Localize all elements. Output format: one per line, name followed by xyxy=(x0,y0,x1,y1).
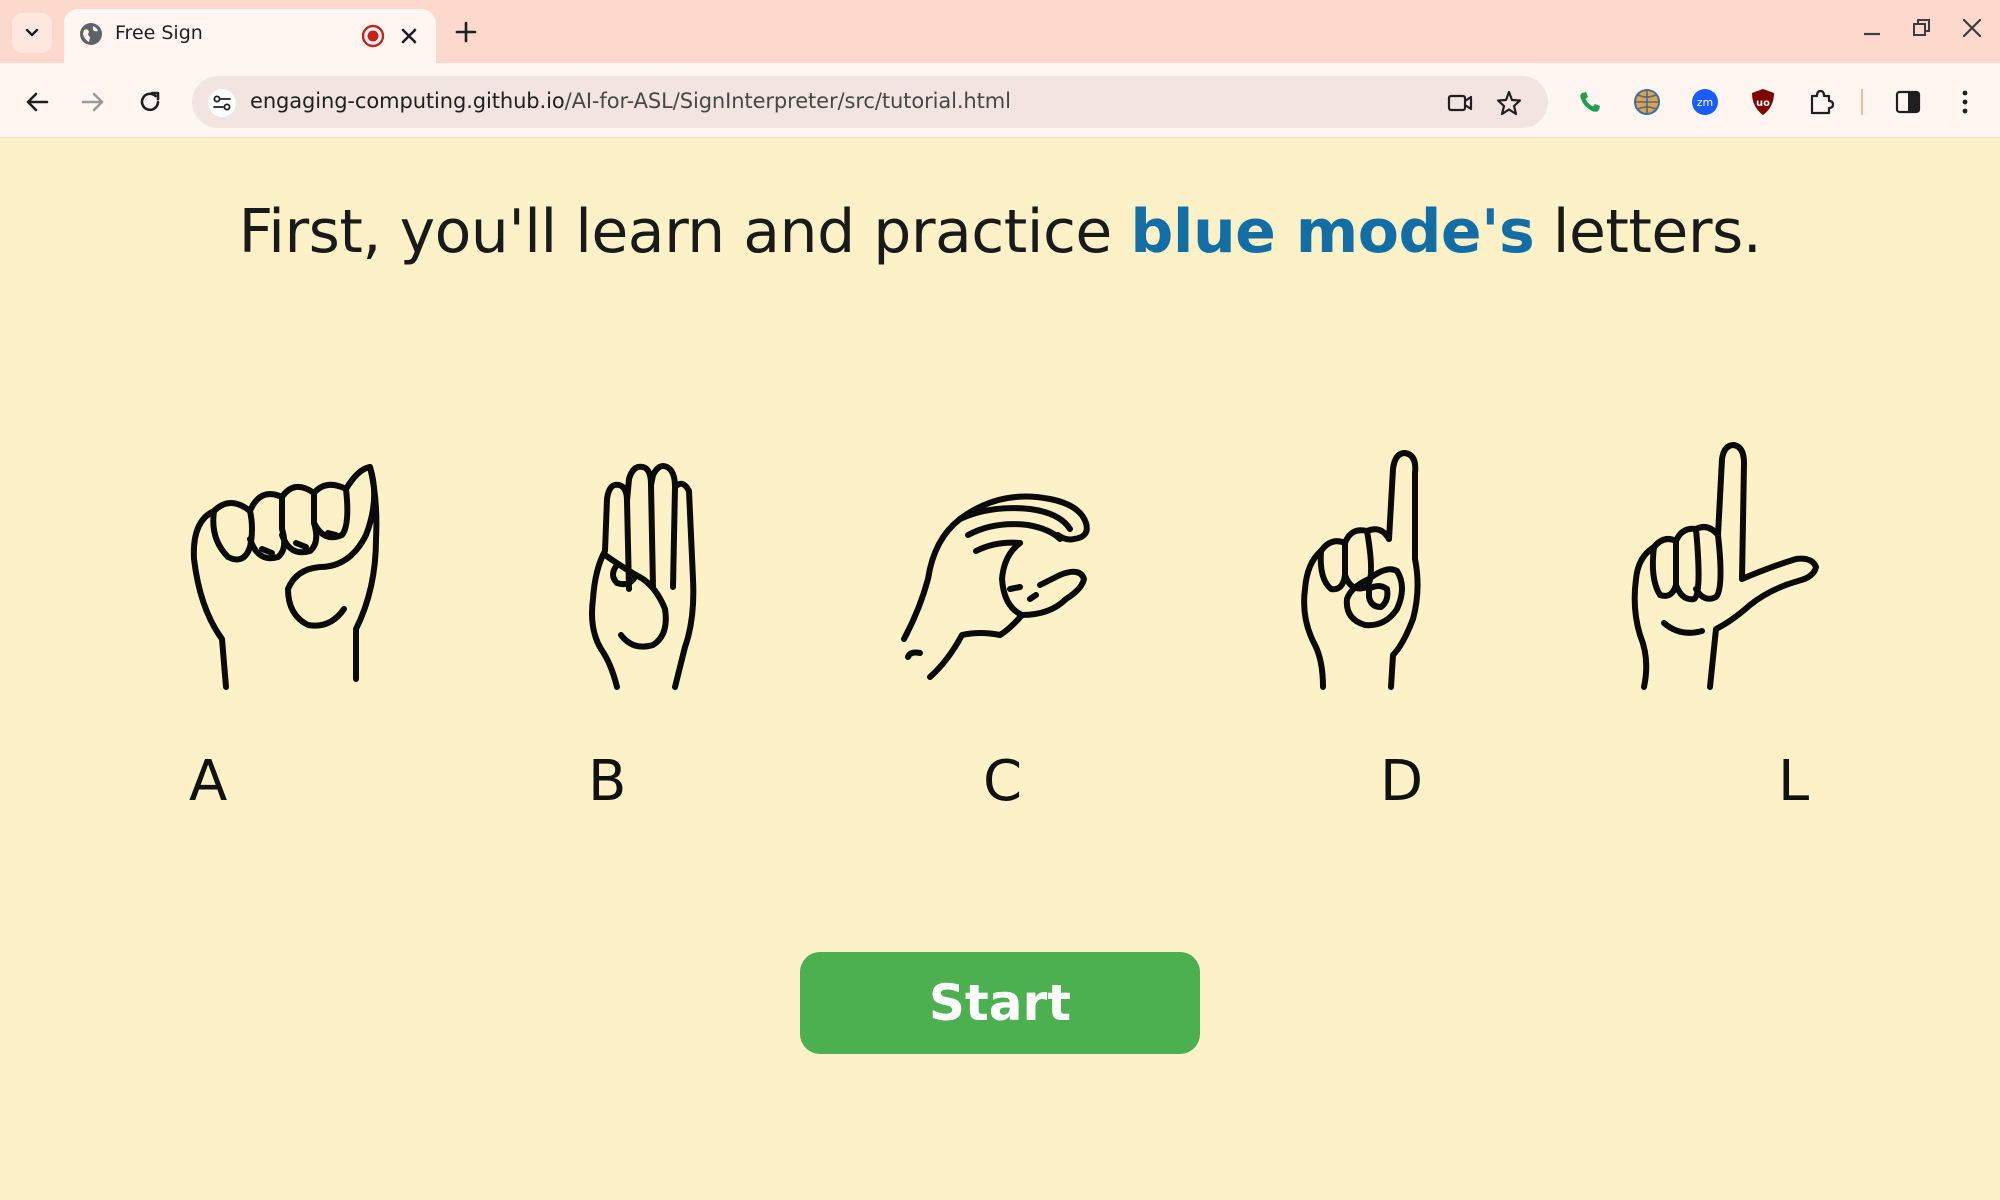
more-menu-icon[interactable] xyxy=(1950,87,1980,117)
site-settings-icon[interactable] xyxy=(208,89,236,117)
browser-tab[interactable]: Free Sign xyxy=(64,9,436,63)
asl-l-hand-icon xyxy=(1620,439,1860,699)
chevron-down-icon xyxy=(25,28,39,37)
globe-extension-icon[interactable] xyxy=(1632,87,1662,117)
bookmark-star-icon[interactable] xyxy=(1495,89,1523,117)
phone-extension-icon[interactable] xyxy=(1575,87,1605,117)
minimize-icon[interactable] xyxy=(1858,14,1886,42)
headline-text-after: letters. xyxy=(1534,197,1762,267)
globe-icon xyxy=(78,21,104,47)
tutorial-page: First, you'll learn and practice blue mo… xyxy=(0,139,2000,1200)
back-arrow-icon[interactable] xyxy=(22,87,52,117)
url-host: engaging-computing.github.io xyxy=(250,89,565,113)
letter-label: D xyxy=(1380,749,1424,814)
address-bar[interactable]: engaging-computing.github.io/AI-for-ASL/… xyxy=(192,76,1548,128)
asl-a-hand-icon xyxy=(170,439,410,699)
url-text[interactable]: engaging-computing.github.io/AI-for-ASL/… xyxy=(250,89,1011,113)
ublock-shield-icon[interactable]: uo xyxy=(1748,87,1778,117)
svg-text:zm: zm xyxy=(1697,96,1714,109)
letter-label: A xyxy=(189,749,228,814)
zoom-extension-icon[interactable]: zm xyxy=(1690,87,1720,117)
headline-highlight: blue mode's xyxy=(1130,197,1535,267)
close-window-icon[interactable] xyxy=(1958,14,1986,42)
tab-title: Free Sign xyxy=(115,22,203,44)
tab-close-icon[interactable] xyxy=(396,23,422,49)
browser-toolbar: engaging-computing.github.io/AI-for-ASL/… xyxy=(0,63,2000,138)
restore-icon[interactable] xyxy=(1908,14,1936,42)
asl-c-hand-icon xyxy=(890,439,1130,699)
reload-icon[interactable] xyxy=(135,87,165,117)
extensions-puzzle-icon[interactable] xyxy=(1806,87,1836,117)
new-tab-plus-icon[interactable] xyxy=(452,18,480,46)
toolbar-divider xyxy=(1860,89,1864,115)
side-panel-icon[interactable] xyxy=(1893,87,1923,117)
svg-text:uo: uo xyxy=(1756,98,1770,109)
letter-label: C xyxy=(983,749,1023,814)
page-headline: First, you'll learn and practice blue mo… xyxy=(0,197,2000,267)
recording-icon xyxy=(360,23,386,49)
tab-strip: Free Sign xyxy=(0,0,2000,63)
start-button[interactable]: Start xyxy=(800,952,1200,1054)
tab-search-button[interactable] xyxy=(12,13,52,53)
headline-text-before: First, you'll learn and practice xyxy=(238,197,1131,267)
url-path: /AI-for-ASL/SignInterpreter/src/tutorial… xyxy=(564,89,1011,113)
camera-icon[interactable] xyxy=(1446,89,1474,117)
asl-d-hand-icon xyxy=(1285,439,1525,699)
letter-label: B xyxy=(588,749,627,814)
forward-arrow-icon[interactable] xyxy=(78,87,108,117)
letter-label: L xyxy=(1778,749,1810,814)
asl-b-hand-icon xyxy=(525,439,765,699)
